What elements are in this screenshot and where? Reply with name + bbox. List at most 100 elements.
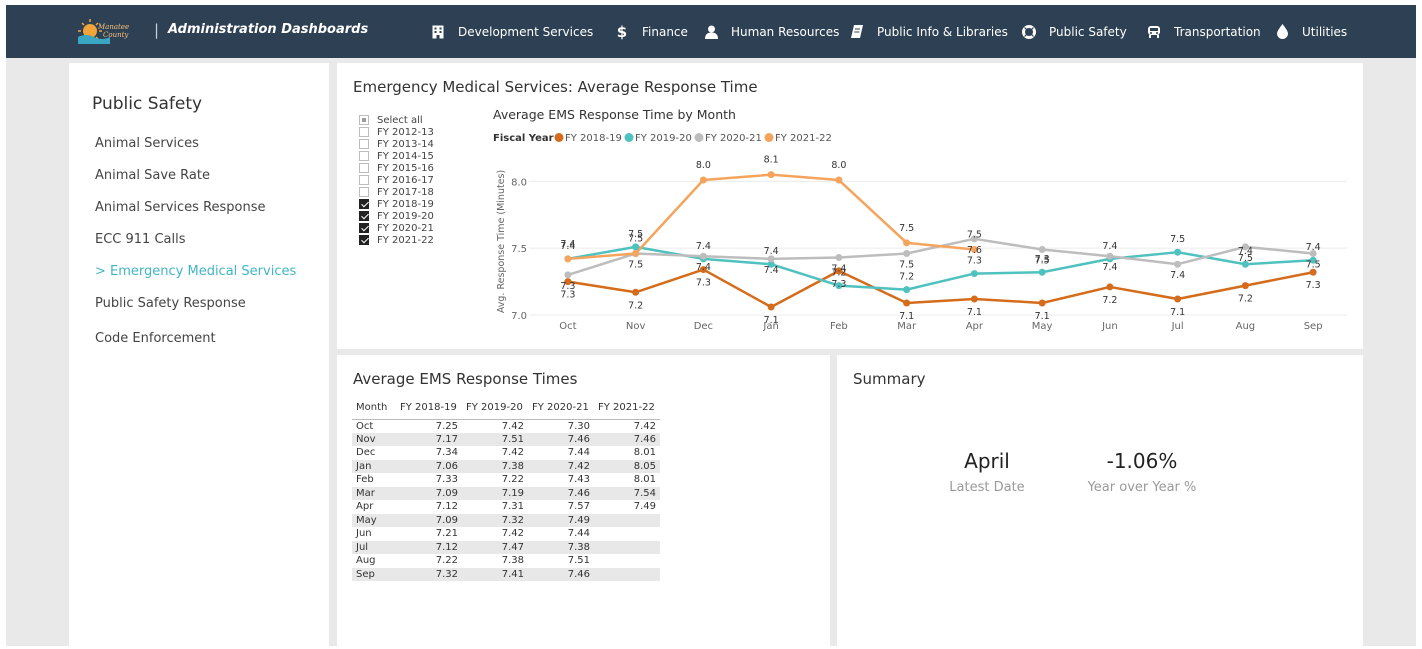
x-tick-label: Nov bbox=[626, 321, 646, 332]
table-row: Jul 7.12 7.47 7.38 bbox=[352, 540, 660, 554]
nav-label: Public Safety bbox=[1049, 24, 1127, 39]
nav-label: Human Resources bbox=[731, 24, 840, 39]
nav-label: Public Info & Libraries bbox=[877, 24, 1008, 39]
nav-label: Transportation bbox=[1174, 24, 1261, 39]
data-point bbox=[835, 176, 843, 184]
table-cell-value: 7.49 bbox=[528, 513, 594, 527]
sidebar-item-public-safety-response[interactable]: Public Safety Response bbox=[95, 296, 246, 311]
legend-marker bbox=[624, 133, 634, 142]
x-tick-label: Sep bbox=[1304, 321, 1323, 332]
data-point bbox=[903, 250, 911, 258]
data-label: 7.4 bbox=[696, 241, 711, 252]
y-tick-label: 8.0 bbox=[511, 177, 527, 188]
nav-development-services[interactable]: Development Services bbox=[430, 5, 593, 58]
table-cell-value bbox=[594, 540, 660, 554]
table-cell-month: May bbox=[352, 513, 396, 527]
data-label: 7.1 bbox=[899, 311, 914, 322]
table-cell-month: Aug bbox=[356, 555, 376, 567]
x-tick-label: Oct bbox=[559, 321, 576, 332]
ems-response-table[interactable]: Month FY 2018-19 FY 2019-20 FY 2020-21 FY 20… bbox=[352, 397, 660, 581]
table-cell-value: 7.09 bbox=[396, 513, 462, 527]
data-point bbox=[1038, 299, 1046, 307]
table-cell-value: 7.43 bbox=[567, 474, 590, 486]
sidebar-item-animal-services-response[interactable]: Animal Services Response bbox=[95, 200, 266, 215]
data-point bbox=[903, 239, 911, 247]
table-cell-value: 7.46 bbox=[594, 432, 660, 446]
app-title[interactable]: Administration Dashboards bbox=[168, 22, 368, 37]
yoy-percent-label: Year over Year % bbox=[1087, 480, 1197, 495]
sidebar-item-ecc-911-calls[interactable]: ECC 911 Calls bbox=[95, 232, 186, 247]
ems-line-chart[interactable]: Average EMS Response Time by Month Fiscal… bbox=[337, 63, 1363, 349]
data-point bbox=[1038, 246, 1046, 254]
table-cell-value: 7.44 bbox=[567, 528, 590, 540]
table-panel: Average EMS Response Times Month FY 2018-… bbox=[337, 355, 830, 646]
table-cell-value bbox=[594, 567, 660, 581]
column-header[interactable]: FY 2018-19 bbox=[396, 397, 462, 419]
data-point bbox=[1174, 295, 1182, 303]
x-tick-label: Aug bbox=[1236, 321, 1256, 332]
sidebar-item-emergency-medical-services[interactable]: > Emergency Medical Services bbox=[95, 264, 296, 279]
table-cell-value: 7.42 bbox=[501, 528, 524, 540]
y-tick-label: 7.0 bbox=[511, 311, 527, 322]
logo-text-line-2: County bbox=[103, 31, 129, 39]
table-cell-value: 7.30 bbox=[567, 420, 590, 432]
table-row: Aug 7.22 7.38 7.51 bbox=[352, 554, 660, 568]
county-logo[interactable]: Manatee County bbox=[76, 18, 138, 44]
column-header[interactable]: FY 2019-20 bbox=[462, 397, 528, 419]
sidebar-item-animal-save-rate[interactable]: Animal Save Rate bbox=[95, 168, 210, 183]
summary-panel: Summary April Latest Date -1.06% Year ov… bbox=[837, 355, 1363, 646]
table-cell-value bbox=[594, 513, 660, 527]
data-label: 8.0 bbox=[831, 160, 846, 171]
data-label: 7.5 bbox=[967, 230, 982, 241]
table-cell-value: 7.25 bbox=[435, 420, 458, 432]
table-body: Oct 7.25 7.42 7.30 7.42 Nov 7.17 7.51 7.46 7.46 De… bbox=[352, 419, 660, 581]
data-point bbox=[970, 295, 978, 303]
table-row: Dec 7.34 7.42 7.44 8.01 bbox=[352, 446, 660, 460]
table-row: Nov 7.17 7.51 7.46 7.46 bbox=[352, 432, 660, 446]
data-label: 7.4 bbox=[1170, 270, 1185, 281]
table-cell-value: 7.32 bbox=[396, 567, 462, 581]
nav-human-resources[interactable]: Human Resources bbox=[703, 5, 839, 58]
data-label: 7.4 bbox=[1306, 242, 1321, 253]
nav-public-safety[interactable]: Public Safety bbox=[1021, 5, 1127, 58]
sidebar-title: Public Safety bbox=[92, 94, 203, 114]
data-label: 7.4 bbox=[831, 264, 846, 275]
x-tick-label: Jun bbox=[1101, 321, 1118, 332]
table-cell-value bbox=[594, 554, 660, 568]
table-cell-value: 7.22 bbox=[435, 555, 458, 567]
dollar-icon: $ bbox=[616, 22, 628, 41]
data-label: 7.6 bbox=[967, 245, 982, 256]
data-label: 7.3 bbox=[1306, 280, 1321, 291]
nav-utilities[interactable]: Utilities bbox=[1274, 5, 1347, 58]
x-tick-label: May bbox=[1032, 321, 1053, 332]
table-row: Feb 7.33 7.22 7.43 8.01 bbox=[352, 473, 660, 487]
y-tick-label: 7.5 bbox=[511, 244, 527, 255]
data-label: 8.1 bbox=[764, 155, 779, 166]
sidebar-item-animal-services[interactable]: Animal Services bbox=[95, 136, 199, 151]
table-cell-value: 7.34 bbox=[435, 447, 458, 459]
table-cell-value: 7.42 bbox=[501, 447, 524, 459]
table-cell-month: Jun bbox=[356, 528, 372, 540]
table-cell-value: 7.57 bbox=[567, 501, 590, 513]
column-header[interactable]: Month bbox=[352, 397, 396, 419]
table-cell-value: 7.38 bbox=[528, 540, 594, 554]
column-header[interactable]: FY 2020-21 bbox=[528, 397, 594, 419]
column-header[interactable]: FY 2021-22 bbox=[594, 397, 660, 419]
data-label: 7.4 bbox=[1102, 262, 1117, 273]
sidebar-item-code-enforcement[interactable]: Code Enforcement bbox=[95, 331, 216, 346]
data-point bbox=[903, 286, 911, 294]
data-label: 7.5 bbox=[899, 260, 914, 271]
legend-title: Fiscal Year bbox=[493, 133, 554, 144]
table-cell-month: Sep bbox=[352, 567, 396, 581]
legend-marker bbox=[694, 133, 704, 142]
data-label: 7.4 bbox=[764, 265, 779, 276]
data-label: 7.5 bbox=[899, 223, 914, 234]
data-label: 7.4 bbox=[1102, 241, 1117, 252]
table-row: Mar 7.09 7.19 7.46 7.54 bbox=[352, 486, 660, 500]
summary-title: Summary bbox=[853, 370, 926, 388]
table-cell-value: 7.51 bbox=[462, 432, 528, 446]
nav-transportation[interactable]: Transportation bbox=[1146, 5, 1261, 58]
table-cell-value: 7.49 bbox=[633, 501, 656, 513]
nav-finance[interactable]: $ Finance bbox=[614, 5, 688, 58]
nav-public-info-libraries[interactable]: Public Info & Libraries bbox=[849, 5, 1008, 58]
